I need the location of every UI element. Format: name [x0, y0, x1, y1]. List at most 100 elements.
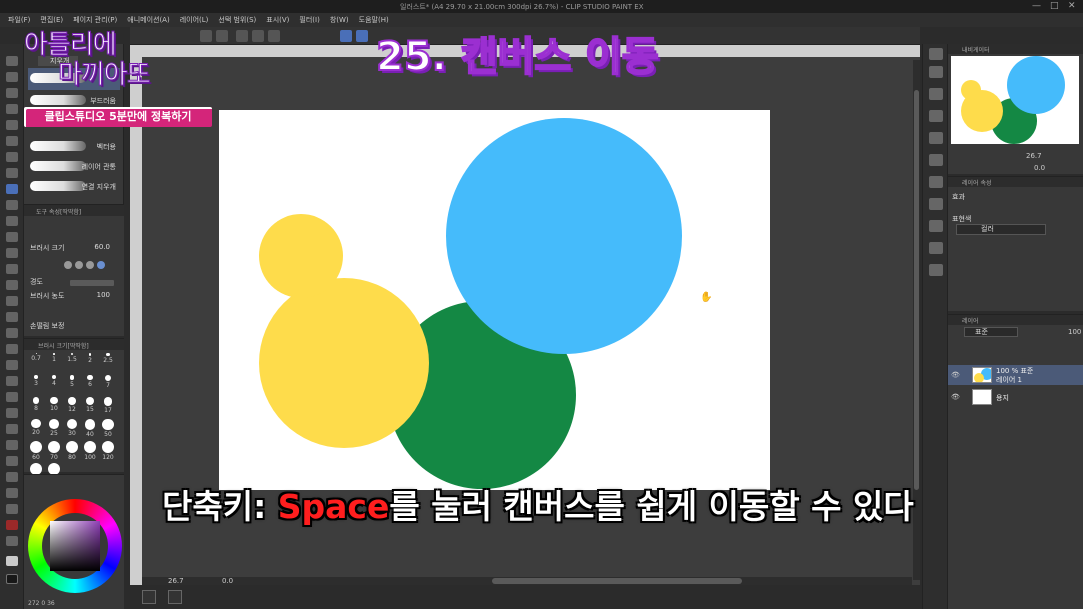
brush-size-option[interactable]: 40	[82, 419, 98, 438]
panel-icon-2[interactable]	[929, 88, 943, 100]
brush-2-tool-icon[interactable]	[6, 536, 18, 546]
pen-2-tool-icon[interactable]	[6, 504, 18, 514]
text-tool-icon[interactable]	[6, 344, 18, 354]
brush-size-row[interactable]: 브러시 크기 60.0	[30, 243, 120, 255]
move-tool-icon[interactable]	[6, 152, 18, 162]
brush-size-option[interactable]: 3	[28, 375, 44, 393]
search-icon[interactable]	[929, 48, 943, 60]
brush-tool-icon[interactable]	[6, 216, 18, 226]
hand-tool-icon[interactable]	[6, 72, 18, 82]
panel-icon-10[interactable]	[929, 264, 943, 276]
brush-size-option[interactable]: 100	[82, 441, 98, 461]
layer-row-paper[interactable]: 👁 용지	[948, 387, 1083, 407]
expression-color-select[interactable]: 컬러	[956, 224, 1046, 235]
brush-size-option[interactable]: 2.5	[100, 353, 116, 371]
ruler-tool-icon[interactable]	[6, 328, 18, 338]
eye-icon[interactable]: 👁	[951, 393, 960, 401]
panel-icon-8[interactable]	[929, 220, 943, 232]
brush-size-option[interactable]: 5	[64, 375, 80, 393]
transform-icon[interactable]	[236, 30, 248, 42]
fill-tool-icon[interactable]	[6, 264, 18, 274]
menu-selection[interactable]: 선택 범위(S)	[218, 15, 256, 25]
undo-icon[interactable]	[200, 30, 212, 42]
brush-size-option[interactable]: 1.5	[64, 353, 80, 371]
brush-size-option[interactable]: 17	[100, 397, 116, 415]
brush-size-option[interactable]: 4	[46, 375, 62, 393]
brush-size-option[interactable]: 25	[46, 419, 62, 437]
fill-icon[interactable]	[252, 30, 264, 42]
brush-size-option[interactable]: 10	[46, 397, 62, 415]
brush-size-option[interactable]: 120	[100, 441, 116, 461]
brush-size-option[interactable]: 50	[100, 419, 116, 438]
menu-layer[interactable]: 레이어(L)	[180, 15, 209, 25]
brush-size-option[interactable]: 30	[64, 419, 80, 437]
balloon-tool-icon[interactable]	[6, 360, 18, 370]
figure-tool-icon[interactable]	[6, 296, 18, 306]
gradient-tool-icon[interactable]	[6, 280, 18, 290]
layer-row-1[interactable]: 👁 100 % 표준 레이어 1	[948, 365, 1083, 385]
brush-size-option[interactable]: 7	[100, 375, 116, 393]
blend-mode-select[interactable]: 표준	[964, 327, 1018, 337]
brush-size-option[interactable]: 6	[82, 375, 98, 393]
navigator-thumbnail[interactable]	[951, 56, 1079, 144]
menu-view[interactable]: 표시(V)	[266, 15, 289, 25]
brush-size-option[interactable]: 0.7	[28, 353, 44, 371]
panel-icon-5[interactable]	[929, 154, 943, 166]
operation-tool-icon[interactable]	[6, 88, 18, 98]
brush-size-option[interactable]: 70	[46, 441, 62, 461]
redo-icon[interactable]	[216, 30, 228, 42]
status-button-2[interactable]	[168, 590, 182, 604]
horizontal-scrollbar[interactable]	[142, 577, 912, 585]
ruler-snap-icon[interactable]	[356, 30, 368, 42]
navigator-angle[interactable]: 0.0	[1034, 164, 1045, 172]
red-pen-tool-icon[interactable]	[6, 520, 18, 530]
angle-value[interactable]: 0.0	[222, 577, 233, 585]
density-row[interactable]: 브러시 농도 100	[30, 291, 120, 303]
menu-window[interactable]: 창(W)	[330, 15, 349, 25]
correct-line-tool-icon[interactable]	[6, 376, 18, 386]
frame-tool-icon[interactable]	[6, 312, 18, 322]
brush-size-option[interactable]: 8	[28, 397, 44, 415]
snap-icon[interactable]	[340, 30, 352, 42]
menu-animation[interactable]: 애니메이션(A)	[127, 15, 169, 25]
panel-icon-1[interactable]	[929, 66, 943, 78]
panel-icon-6[interactable]	[929, 176, 943, 188]
brush-size-option[interactable]: 12	[64, 397, 80, 415]
zoom-value[interactable]: 26.7	[168, 577, 184, 585]
opacity-value[interactable]: 100	[1068, 328, 1081, 336]
panel-icon-7[interactable]	[929, 198, 943, 210]
eye-icon[interactable]: 👁	[951, 371, 960, 379]
smudge-tool-icon[interactable]	[6, 488, 18, 498]
sub-color-icon[interactable]	[6, 574, 18, 584]
brush-size-option[interactable]: 15	[82, 397, 98, 415]
panel-icon-3[interactable]	[929, 110, 943, 122]
close-button[interactable]: ✕	[1068, 1, 1076, 11]
main-color-icon[interactable]	[6, 556, 18, 566]
liquify-tool-icon[interactable]	[6, 456, 18, 466]
hue-ring[interactable]	[28, 499, 122, 593]
hardness-row[interactable]: 경도	[30, 277, 120, 289]
menu-filter[interactable]: 필터(I)	[299, 15, 319, 25]
3d-tool-icon[interactable]	[6, 408, 18, 418]
brush-size-value[interactable]: 60.0	[94, 243, 110, 251]
panel-icon-9[interactable]	[929, 242, 943, 254]
brush-size-option[interactable]: 80	[64, 441, 80, 461]
status-button-1[interactable]	[142, 590, 156, 604]
stabilize-row[interactable]: 손떨림 보정	[30, 321, 120, 333]
blend-tool-icon[interactable]	[6, 248, 18, 258]
brush-size-option[interactable]: 1	[46, 353, 62, 371]
panel-icon-4[interactable]	[929, 132, 943, 144]
decoration-tool-icon[interactable]	[6, 392, 18, 402]
brush-size-option[interactable]: 2	[82, 353, 98, 371]
lasso-tool-icon[interactable]	[6, 136, 18, 146]
vertical-scrollbar[interactable]	[913, 60, 920, 580]
eraser-tool-icon[interactable]	[6, 184, 18, 194]
brush-item-vector[interactable]: 벡터용	[28, 136, 120, 158]
brush-size-option[interactable]: 60	[28, 441, 44, 461]
maximize-button[interactable]: □	[1050, 1, 1059, 11]
navigator-zoom[interactable]: 26.7	[1026, 152, 1042, 160]
sticky-tool-icon[interactable]	[6, 440, 18, 450]
pencil-tool-icon[interactable]	[6, 200, 18, 210]
density-value[interactable]: 100	[97, 291, 110, 299]
zoom-tool-icon[interactable]	[6, 56, 18, 66]
